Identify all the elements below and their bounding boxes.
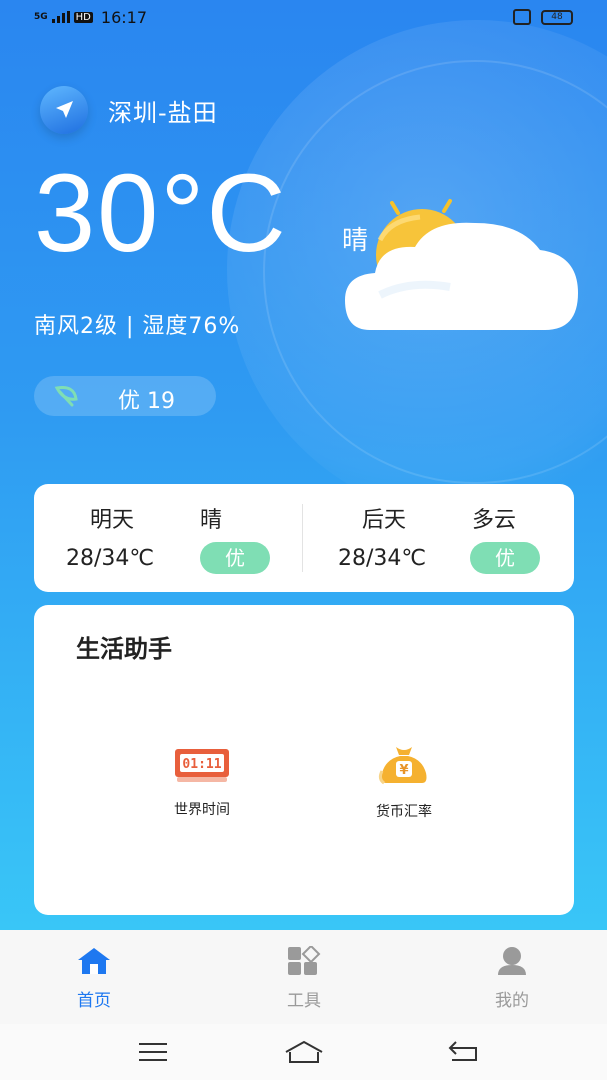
sun-cloud-icon bbox=[340, 195, 580, 335]
location-name: 深圳-盐田 bbox=[108, 98, 218, 127]
location-row[interactable]: 深圳-盐田 bbox=[40, 86, 218, 134]
signal-bars-icon bbox=[51, 8, 70, 27]
aqi-value: 优 19 bbox=[118, 389, 175, 414]
location-arrow-icon[interactable] bbox=[40, 86, 88, 134]
tab-label: 我的 bbox=[495, 991, 529, 1011]
life-helper-card: 生活助手 01:11 世界时间 ¥ 货币汇率 bbox=[34, 605, 574, 915]
home-nav-icon[interactable] bbox=[284, 1040, 324, 1068]
back-icon[interactable] bbox=[448, 1040, 478, 1066]
forecast-condition: 晴 bbox=[200, 508, 223, 533]
system-nav-bar bbox=[0, 1024, 607, 1080]
forecast-tomorrow[interactable]: 明天 晴 28/34℃ 优 bbox=[34, 484, 304, 592]
forecast-aqi-badge: 优 bbox=[200, 542, 270, 574]
tab-tools[interactable]: 工具 bbox=[264, 944, 344, 1011]
forecast-condition: 多云 bbox=[472, 508, 517, 533]
money-bag-icon: ¥ bbox=[376, 747, 432, 791]
forecast-day: 明天 bbox=[90, 508, 135, 533]
forecast-temp-range: 28/34℃ bbox=[66, 546, 155, 571]
signal-indicator: 5G bbox=[34, 12, 48, 22]
tool-label: 世界时间 bbox=[174, 802, 230, 818]
tab-home[interactable]: 首页 bbox=[54, 946, 134, 1011]
currency-symbol: ¥ bbox=[399, 763, 408, 778]
forecast-day-after[interactable]: 后天 多云 28/34℃ 优 bbox=[304, 484, 574, 592]
forecast-day: 后天 bbox=[362, 508, 407, 533]
status-right: 48 bbox=[513, 9, 573, 25]
tab-label: 首页 bbox=[77, 991, 111, 1011]
clock-icon: 01:11 bbox=[174, 749, 230, 789]
status-time: 16:17 bbox=[100, 8, 147, 27]
tools-icon bbox=[287, 944, 321, 980]
profile-icon bbox=[497, 947, 527, 980]
current-temperature: 30°C bbox=[34, 152, 288, 275]
forecast-divider bbox=[302, 504, 303, 572]
status-bar: 5G HD 16:17 48 bbox=[0, 0, 607, 38]
bottom-tab-bar: 首页 工具 我的 bbox=[0, 930, 607, 1024]
tab-profile[interactable]: 我的 bbox=[472, 946, 552, 1011]
aqi-pill[interactable]: 优 19 bbox=[34, 376, 216, 416]
status-left: 5G HD 16:17 bbox=[34, 8, 147, 27]
hd-badge: HD bbox=[73, 12, 93, 23]
weather-screen: 5G HD 16:17 48 深圳-盐田 30°C 晴 南风2级 | 湿度76%… bbox=[0, 0, 607, 930]
battery-icon: 48 bbox=[541, 9, 573, 25]
leaf-icon bbox=[54, 385, 80, 407]
forecast-card: 明天 晴 28/34℃ 优 后天 多云 28/34℃ 优 bbox=[34, 484, 574, 592]
tool-label: 货币汇率 bbox=[376, 804, 432, 820]
helper-title: 生活助手 bbox=[76, 635, 172, 663]
wind-humidity: 南风2级 | 湿度76% bbox=[34, 314, 241, 339]
vibrate-icon bbox=[513, 9, 531, 25]
tab-label: 工具 bbox=[287, 991, 321, 1011]
forecast-aqi-badge: 优 bbox=[470, 542, 540, 574]
forecast-temp-range: 28/34℃ bbox=[338, 546, 427, 571]
home-icon bbox=[76, 948, 112, 980]
menu-icon[interactable] bbox=[138, 1042, 168, 1066]
tool-currency-rate[interactable]: ¥ 货币汇率 bbox=[344, 745, 464, 821]
tool-world-time[interactable]: 01:11 世界时间 bbox=[142, 745, 262, 819]
clock-icon-text: 01:11 bbox=[182, 757, 221, 772]
